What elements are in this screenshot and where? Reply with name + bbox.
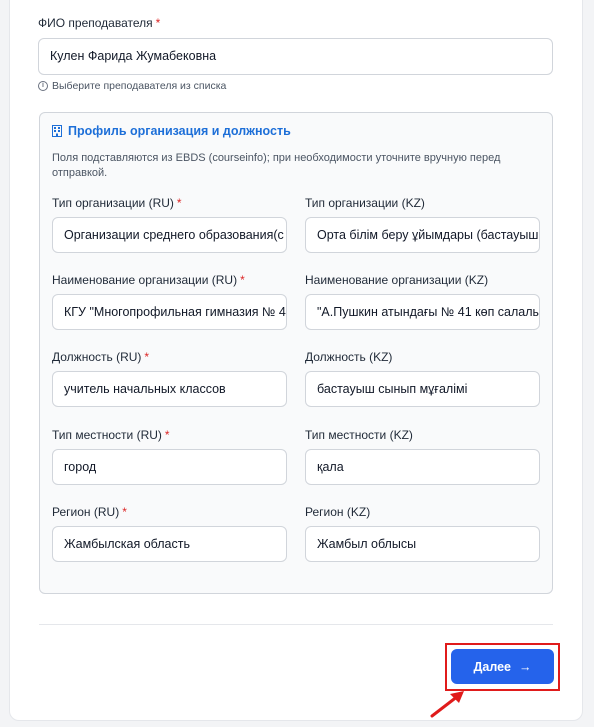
position-ru-input[interactable]: учитель начальных классов — [52, 371, 287, 407]
region-kz-label: Регион (KZ) — [305, 505, 371, 519]
org-name-ru-label: Наименование организации (RU) * — [52, 273, 245, 287]
next-button-label: Далее — [473, 659, 512, 674]
org-name-kz-input[interactable]: "А.Пушкин атындағы № 41 көп салалы — [305, 294, 540, 330]
org-name-ru-input[interactable]: КГУ "Многопрофильная гимназия № 4 — [52, 294, 287, 330]
region-kz-input[interactable]: Жамбыл облысы — [305, 526, 540, 562]
org-type-kz-label: Тип организации (KZ) — [305, 196, 425, 210]
locality-kz-input[interactable]: қала — [305, 449, 540, 485]
region-ru-input[interactable]: Жамбылская область — [52, 526, 287, 562]
teacher-hint: i Выберите преподавателя из списка — [38, 80, 226, 92]
org-type-ru-input[interactable]: Организации среднего образования(с — [52, 217, 287, 253]
divider — [39, 624, 553, 625]
org-type-ru-label: Тип организации (RU) * — [52, 196, 182, 210]
next-button[interactable]: Далее → — [451, 649, 554, 684]
org-type-kz-input[interactable]: Орта білім беру ұйымдары (бастауыш — [305, 217, 540, 253]
building-icon — [52, 125, 62, 137]
region-ru-label: Регион (RU) * — [52, 505, 127, 519]
position-ru-label: Должность (RU) * — [52, 350, 150, 364]
position-kz-input[interactable]: бастауыш сынып мұғалімі — [305, 371, 540, 407]
org-name-kz-label: Наименование организации (KZ) — [305, 273, 489, 287]
info-icon: i — [38, 81, 48, 91]
arrow-right-icon: → — [519, 659, 532, 674]
profile-title: Профиль организация и должность — [52, 124, 291, 138]
required-mark: * — [155, 16, 161, 30]
locality-ru-input[interactable]: город — [52, 449, 287, 485]
locality-kz-label: Тип местности (KZ) — [305, 428, 413, 442]
locality-ru-label: Тип местности (RU) * — [52, 428, 170, 442]
teacher-input[interactable]: Кулен Фарида Жумабековна — [38, 38, 553, 75]
position-kz-label: Должность (KZ) — [305, 350, 393, 364]
teacher-label: ФИО преподавателя * — [38, 16, 161, 30]
teacher-hint-text: Выберите преподавателя из списка — [52, 80, 227, 92]
profile-description: Поля подставляются из EBDS (courseinfo);… — [52, 152, 501, 179]
annotation-arrow-icon — [430, 691, 464, 718]
